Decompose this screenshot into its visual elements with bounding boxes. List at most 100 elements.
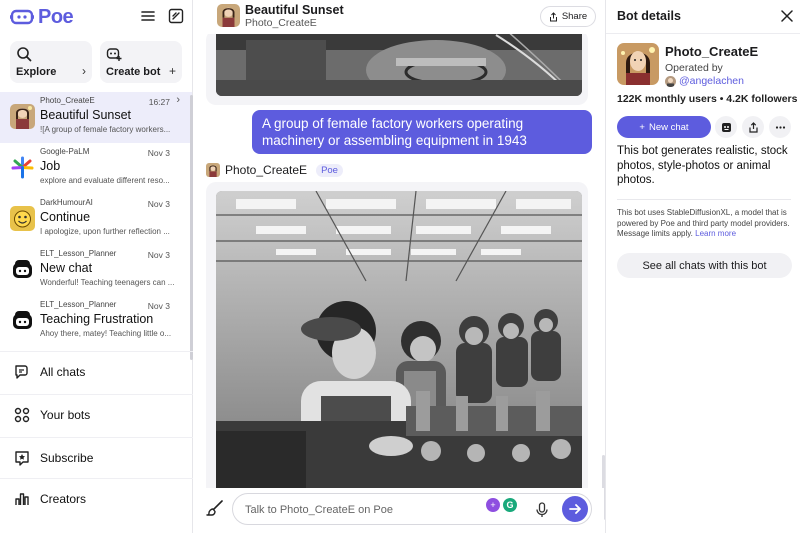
create-bot-label: Create bot (106, 66, 161, 78)
more-icon (775, 125, 785, 129)
chat-date: Nov 3 (147, 250, 170, 260)
chevron-right-icon[interactable]: › (176, 94, 180, 106)
chat-title: Continue (40, 210, 91, 224)
plus-icon: + (639, 121, 645, 133)
see-all-chats-button[interactable]: See all chats with this bot (617, 253, 792, 278)
user-message: A group of female factory workers operat… (252, 110, 592, 154)
search-icon (17, 47, 32, 62)
send-button[interactable] (562, 496, 588, 522)
chat-list-item[interactable]: DarkHumourAI Continue I apologize, upon … (0, 194, 192, 245)
nav-all-chats[interactable]: All chats (0, 351, 193, 391)
bot-avatar[interactable] (206, 163, 220, 177)
new-chat-button[interactable]: + New chat (617, 116, 711, 138)
reply-bot-name[interactable]: Photo_CreateE (225, 163, 307, 177)
chat-preview: Ahoy there, matey! Teaching little o... (40, 329, 172, 338)
nav-label: Creators (40, 491, 87, 506)
chat-list-item[interactable]: Photo_CreateE Beautiful Sunset ![A group… (0, 92, 192, 143)
bot-model-info: This bot uses StableDiffusionXL, a model… (617, 208, 795, 240)
bot-description: This bot generates realistic, stock phot… (617, 145, 788, 186)
conversation-header: Beautiful Sunset Photo_CreateE Share (194, 0, 604, 34)
menu-icon[interactable] (140, 8, 156, 24)
plus-icon: + (168, 64, 176, 78)
chat-input-box[interactable]: + G (232, 493, 592, 525)
nav-subscribe[interactable]: Subscribe (0, 437, 193, 477)
explore-label: Explore (16, 66, 57, 78)
chat-input[interactable] (245, 501, 485, 519)
bot-name: Photo_CreateE (665, 44, 759, 59)
explore-button[interactable]: Explore › (10, 41, 92, 83)
bot-avatar (10, 104, 35, 129)
nav-your-bots[interactable]: Your bots (0, 394, 193, 434)
chat-title: Teaching Frustration (40, 312, 154, 326)
extension-plus-icon[interactable]: + (486, 498, 500, 512)
nav-label: Subscribe (40, 450, 94, 465)
nav-creators[interactable]: Creators (0, 478, 193, 518)
conversation-bot-name[interactable]: Photo_CreateE (245, 17, 317, 29)
divider (617, 199, 791, 200)
new-chat-label: New chat (648, 121, 689, 133)
chart-icon (15, 492, 29, 505)
poe-badge: Poe (316, 163, 343, 177)
share-icon (748, 121, 758, 133)
star-icon (15, 450, 29, 466)
chat-list-item[interactable]: ELT_Lesson_Planner New chat Wonderful! T… (0, 245, 192, 296)
bot-avatar (10, 308, 35, 333)
bot-message (206, 182, 588, 502)
reply-bot-header: Photo_CreateE Poe (206, 163, 343, 177)
bot-avatar[interactable] (217, 4, 240, 27)
panel-title: Bot details (617, 9, 681, 23)
poe-logo-icon (10, 9, 34, 25)
arrow-right-icon (569, 504, 581, 514)
sidebar-scrollbar[interactable] (190, 95, 193, 360)
chat-list-item[interactable]: ELT_Lesson_Planner Teaching Frustration … (0, 296, 192, 347)
conversation-pane: Beautiful Sunset Photo_CreateE Share A g… (194, 0, 604, 533)
chats-icon (15, 364, 28, 379)
more-options-button[interactable] (769, 116, 791, 138)
poe-logo[interactable]: Poe (10, 5, 74, 29)
chat-date: Nov 3 (147, 199, 170, 209)
chat-list: Photo_CreateE Beautiful Sunset ![A group… (0, 92, 192, 347)
creator-avatar (665, 75, 676, 87)
bot-stats: 122K monthly users • 4.2K followers (617, 93, 798, 105)
chat-date: 16:27 (148, 97, 170, 107)
creator-link[interactable]: @angelachen (665, 75, 744, 87)
chat-title: Job (40, 159, 61, 173)
share-icon (549, 11, 557, 21)
grammarly-icon[interactable]: G (503, 498, 517, 512)
bot-profile-button[interactable] (715, 116, 737, 138)
chat-title: Beautiful Sunset (40, 108, 132, 122)
divider (606, 33, 800, 34)
create-bot-button[interactable]: Create bot + (100, 41, 182, 83)
palm-logo-icon (10, 155, 35, 180)
chat-list-item[interactable]: Google-PaLM Job explore and evaluate dif… (0, 143, 192, 194)
chat-preview: explore and evaluate different reso... (40, 176, 170, 185)
nav-label: Your bots (40, 407, 91, 422)
share-bot-button[interactable] (742, 116, 764, 138)
share-button[interactable]: Share (540, 6, 596, 27)
chat-date: Nov 3 (147, 148, 170, 158)
chevron-right-icon: › (82, 64, 86, 78)
sidebar-header: Poe (0, 0, 192, 34)
conversation-title: Beautiful Sunset (245, 3, 344, 17)
generated-image-previous[interactable] (216, 30, 582, 96)
nav-label: All chats (40, 364, 86, 379)
chat-date: Nov 3 (147, 301, 170, 311)
learn-more-link[interactable]: Learn more (695, 229, 736, 238)
quick-actions: Explore › Create bot + (0, 34, 192, 88)
grid-icon (14, 407, 30, 422)
generated-image[interactable] (216, 191, 582, 491)
app-name: Poe (38, 5, 74, 28)
bot-icon (721, 122, 731, 132)
chat-title: New chat (40, 261, 93, 275)
compose-icon[interactable] (168, 8, 184, 24)
microphone-icon[interactable] (535, 502, 549, 518)
bot-avatar (10, 206, 35, 231)
message-composer: + G (194, 488, 604, 533)
creator-handle: @angelachen (679, 75, 744, 87)
close-icon[interactable] (781, 10, 793, 22)
brush-icon[interactable] (206, 499, 224, 517)
operated-by-label: Operated by (665, 62, 723, 74)
chat-preview: ![A group of female factory workers... (40, 125, 171, 134)
bot-details-panel: Bot details Photo_CreateE Operated by @a… (605, 0, 800, 533)
chat-preview: I apologize, upon further reflection ... (40, 227, 170, 236)
